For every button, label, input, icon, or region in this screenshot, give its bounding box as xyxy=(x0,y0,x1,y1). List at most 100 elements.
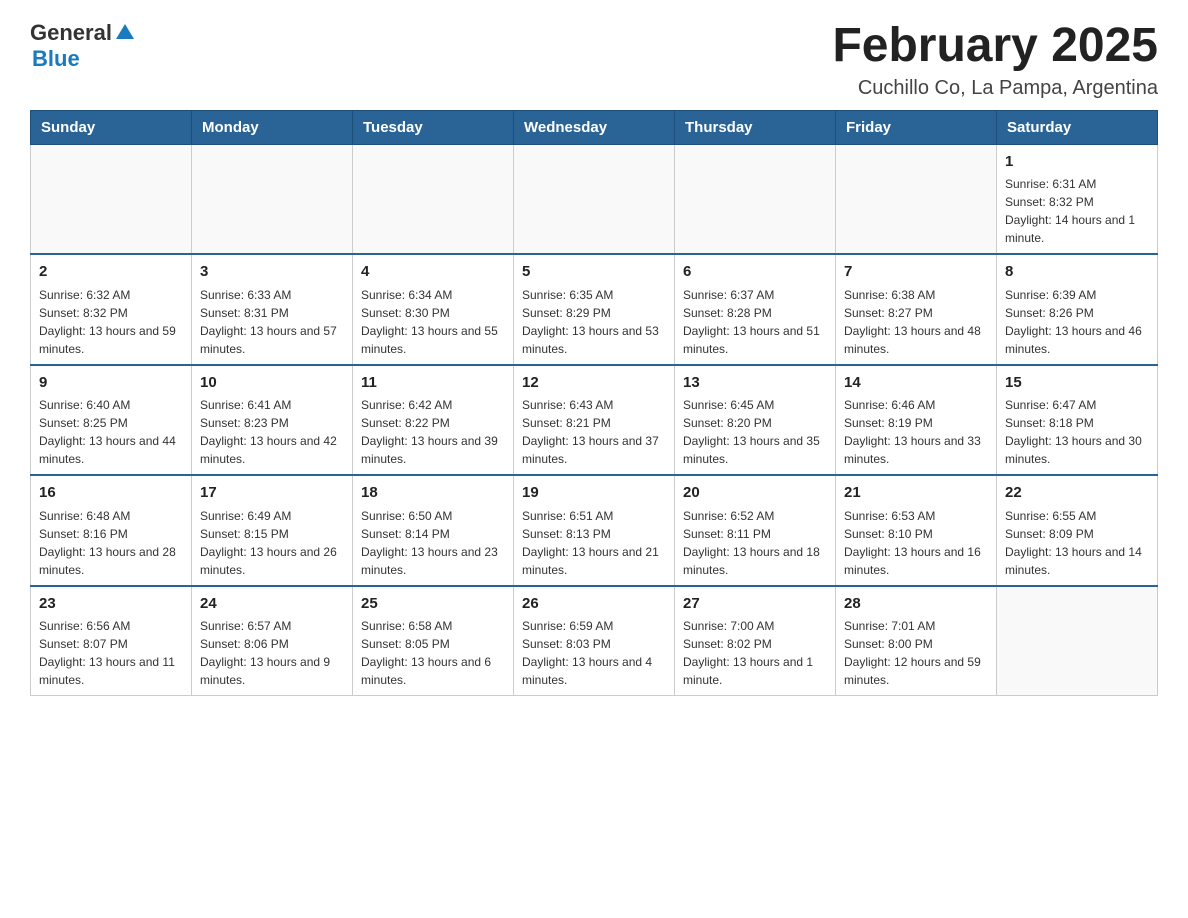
day-info: Sunrise: 6:55 AM Sunset: 8:09 PM Dayligh… xyxy=(1005,507,1149,579)
day-header-saturday: Saturday xyxy=(997,110,1158,144)
day-number: 22 xyxy=(1005,482,1149,505)
day-info: Sunrise: 6:50 AM Sunset: 8:14 PM Dayligh… xyxy=(361,507,505,579)
calendar-cell: 23Sunrise: 6:56 AM Sunset: 8:07 PM Dayli… xyxy=(31,586,192,696)
calendar-cell: 20Sunrise: 6:52 AM Sunset: 8:11 PM Dayli… xyxy=(675,475,836,586)
week-row-2: 2Sunrise: 6:32 AM Sunset: 8:32 PM Daylig… xyxy=(31,254,1158,365)
day-info: Sunrise: 7:00 AM Sunset: 8:02 PM Dayligh… xyxy=(683,617,827,689)
calendar-cell: 27Sunrise: 7:00 AM Sunset: 8:02 PM Dayli… xyxy=(675,586,836,696)
day-info: Sunrise: 6:33 AM Sunset: 8:31 PM Dayligh… xyxy=(200,286,344,358)
day-info: Sunrise: 6:31 AM Sunset: 8:32 PM Dayligh… xyxy=(1005,175,1149,247)
calendar-cell xyxy=(997,586,1158,696)
day-number: 9 xyxy=(39,372,183,395)
day-number: 17 xyxy=(200,482,344,505)
day-number: 5 xyxy=(522,261,666,284)
day-number: 10 xyxy=(200,372,344,395)
day-number: 24 xyxy=(200,593,344,616)
calendar-cell xyxy=(514,144,675,254)
day-info: Sunrise: 6:37 AM Sunset: 8:28 PM Dayligh… xyxy=(683,286,827,358)
page-header: General Blue February 2025 Cuchillo Co, … xyxy=(30,20,1158,100)
day-number: 20 xyxy=(683,482,827,505)
day-header-friday: Friday xyxy=(836,110,997,144)
logo: General Blue xyxy=(30,20,134,72)
day-info: Sunrise: 6:52 AM Sunset: 8:11 PM Dayligh… xyxy=(683,507,827,579)
calendar-cell: 11Sunrise: 6:42 AM Sunset: 8:22 PM Dayli… xyxy=(353,365,514,476)
day-number: 25 xyxy=(361,593,505,616)
calendar-cell: 12Sunrise: 6:43 AM Sunset: 8:21 PM Dayli… xyxy=(514,365,675,476)
calendar-cell: 5Sunrise: 6:35 AM Sunset: 8:29 PM Daylig… xyxy=(514,254,675,365)
logo-blue-text: Blue xyxy=(32,46,80,72)
day-number: 21 xyxy=(844,482,988,505)
day-header-wednesday: Wednesday xyxy=(514,110,675,144)
location-subtitle: Cuchillo Co, La Pampa, Argentina xyxy=(832,77,1158,100)
calendar-header-row: SundayMondayTuesdayWednesdayThursdayFrid… xyxy=(31,110,1158,144)
day-number: 16 xyxy=(39,482,183,505)
day-number: 11 xyxy=(361,372,505,395)
day-info: Sunrise: 6:45 AM Sunset: 8:20 PM Dayligh… xyxy=(683,396,827,468)
day-info: Sunrise: 6:48 AM Sunset: 8:16 PM Dayligh… xyxy=(39,507,183,579)
day-info: Sunrise: 6:58 AM Sunset: 8:05 PM Dayligh… xyxy=(361,617,505,689)
week-row-1: 1Sunrise: 6:31 AM Sunset: 8:32 PM Daylig… xyxy=(31,144,1158,254)
calendar-cell: 22Sunrise: 6:55 AM Sunset: 8:09 PM Dayli… xyxy=(997,475,1158,586)
day-info: Sunrise: 6:46 AM Sunset: 8:19 PM Dayligh… xyxy=(844,396,988,468)
calendar-cell: 16Sunrise: 6:48 AM Sunset: 8:16 PM Dayli… xyxy=(31,475,192,586)
title-block: February 2025 Cuchillo Co, La Pampa, Arg… xyxy=(832,20,1158,100)
day-number: 13 xyxy=(683,372,827,395)
week-row-4: 16Sunrise: 6:48 AM Sunset: 8:16 PM Dayli… xyxy=(31,475,1158,586)
calendar-cell: 4Sunrise: 6:34 AM Sunset: 8:30 PM Daylig… xyxy=(353,254,514,365)
day-info: Sunrise: 6:59 AM Sunset: 8:03 PM Dayligh… xyxy=(522,617,666,689)
day-number: 1 xyxy=(1005,151,1149,174)
calendar-cell xyxy=(353,144,514,254)
calendar-cell: 6Sunrise: 6:37 AM Sunset: 8:28 PM Daylig… xyxy=(675,254,836,365)
calendar-cell: 9Sunrise: 6:40 AM Sunset: 8:25 PM Daylig… xyxy=(31,365,192,476)
day-info: Sunrise: 7:01 AM Sunset: 8:00 PM Dayligh… xyxy=(844,617,988,689)
calendar-table: SundayMondayTuesdayWednesdayThursdayFrid… xyxy=(30,110,1158,697)
day-info: Sunrise: 6:56 AM Sunset: 8:07 PM Dayligh… xyxy=(39,617,183,689)
calendar-cell xyxy=(192,144,353,254)
calendar-cell: 25Sunrise: 6:58 AM Sunset: 8:05 PM Dayli… xyxy=(353,586,514,696)
day-info: Sunrise: 6:57 AM Sunset: 8:06 PM Dayligh… xyxy=(200,617,344,689)
day-number: 3 xyxy=(200,261,344,284)
calendar-cell: 7Sunrise: 6:38 AM Sunset: 8:27 PM Daylig… xyxy=(836,254,997,365)
calendar-cell: 13Sunrise: 6:45 AM Sunset: 8:20 PM Dayli… xyxy=(675,365,836,476)
day-info: Sunrise: 6:51 AM Sunset: 8:13 PM Dayligh… xyxy=(522,507,666,579)
day-info: Sunrise: 6:53 AM Sunset: 8:10 PM Dayligh… xyxy=(844,507,988,579)
day-number: 15 xyxy=(1005,372,1149,395)
day-header-monday: Monday xyxy=(192,110,353,144)
calendar-cell: 2Sunrise: 6:32 AM Sunset: 8:32 PM Daylig… xyxy=(31,254,192,365)
day-info: Sunrise: 6:43 AM Sunset: 8:21 PM Dayligh… xyxy=(522,396,666,468)
calendar-cell: 3Sunrise: 6:33 AM Sunset: 8:31 PM Daylig… xyxy=(192,254,353,365)
day-info: Sunrise: 6:38 AM Sunset: 8:27 PM Dayligh… xyxy=(844,286,988,358)
day-info: Sunrise: 6:47 AM Sunset: 8:18 PM Dayligh… xyxy=(1005,396,1149,468)
calendar-cell xyxy=(31,144,192,254)
day-number: 14 xyxy=(844,372,988,395)
calendar-cell: 21Sunrise: 6:53 AM Sunset: 8:10 PM Dayli… xyxy=(836,475,997,586)
day-number: 23 xyxy=(39,593,183,616)
logo-general-text: General xyxy=(30,20,112,46)
day-number: 27 xyxy=(683,593,827,616)
month-title: February 2025 xyxy=(832,20,1158,73)
calendar-cell: 14Sunrise: 6:46 AM Sunset: 8:19 PM Dayli… xyxy=(836,365,997,476)
day-info: Sunrise: 6:32 AM Sunset: 8:32 PM Dayligh… xyxy=(39,286,183,358)
day-number: 8 xyxy=(1005,261,1149,284)
calendar-cell: 26Sunrise: 6:59 AM Sunset: 8:03 PM Dayli… xyxy=(514,586,675,696)
calendar-cell: 8Sunrise: 6:39 AM Sunset: 8:26 PM Daylig… xyxy=(997,254,1158,365)
calendar-cell: 18Sunrise: 6:50 AM Sunset: 8:14 PM Dayli… xyxy=(353,475,514,586)
day-info: Sunrise: 6:39 AM Sunset: 8:26 PM Dayligh… xyxy=(1005,286,1149,358)
calendar-cell: 24Sunrise: 6:57 AM Sunset: 8:06 PM Dayli… xyxy=(192,586,353,696)
day-number: 7 xyxy=(844,261,988,284)
day-header-sunday: Sunday xyxy=(31,110,192,144)
calendar-cell xyxy=(836,144,997,254)
day-info: Sunrise: 6:35 AM Sunset: 8:29 PM Dayligh… xyxy=(522,286,666,358)
day-number: 6 xyxy=(683,261,827,284)
day-number: 28 xyxy=(844,593,988,616)
calendar-cell: 19Sunrise: 6:51 AM Sunset: 8:13 PM Dayli… xyxy=(514,475,675,586)
day-info: Sunrise: 6:42 AM Sunset: 8:22 PM Dayligh… xyxy=(361,396,505,468)
calendar-cell xyxy=(675,144,836,254)
day-number: 19 xyxy=(522,482,666,505)
calendar-cell: 28Sunrise: 7:01 AM Sunset: 8:00 PM Dayli… xyxy=(836,586,997,696)
calendar-cell: 1Sunrise: 6:31 AM Sunset: 8:32 PM Daylig… xyxy=(997,144,1158,254)
day-info: Sunrise: 6:34 AM Sunset: 8:30 PM Dayligh… xyxy=(361,286,505,358)
calendar-cell: 15Sunrise: 6:47 AM Sunset: 8:18 PM Dayli… xyxy=(997,365,1158,476)
week-row-3: 9Sunrise: 6:40 AM Sunset: 8:25 PM Daylig… xyxy=(31,365,1158,476)
day-number: 18 xyxy=(361,482,505,505)
